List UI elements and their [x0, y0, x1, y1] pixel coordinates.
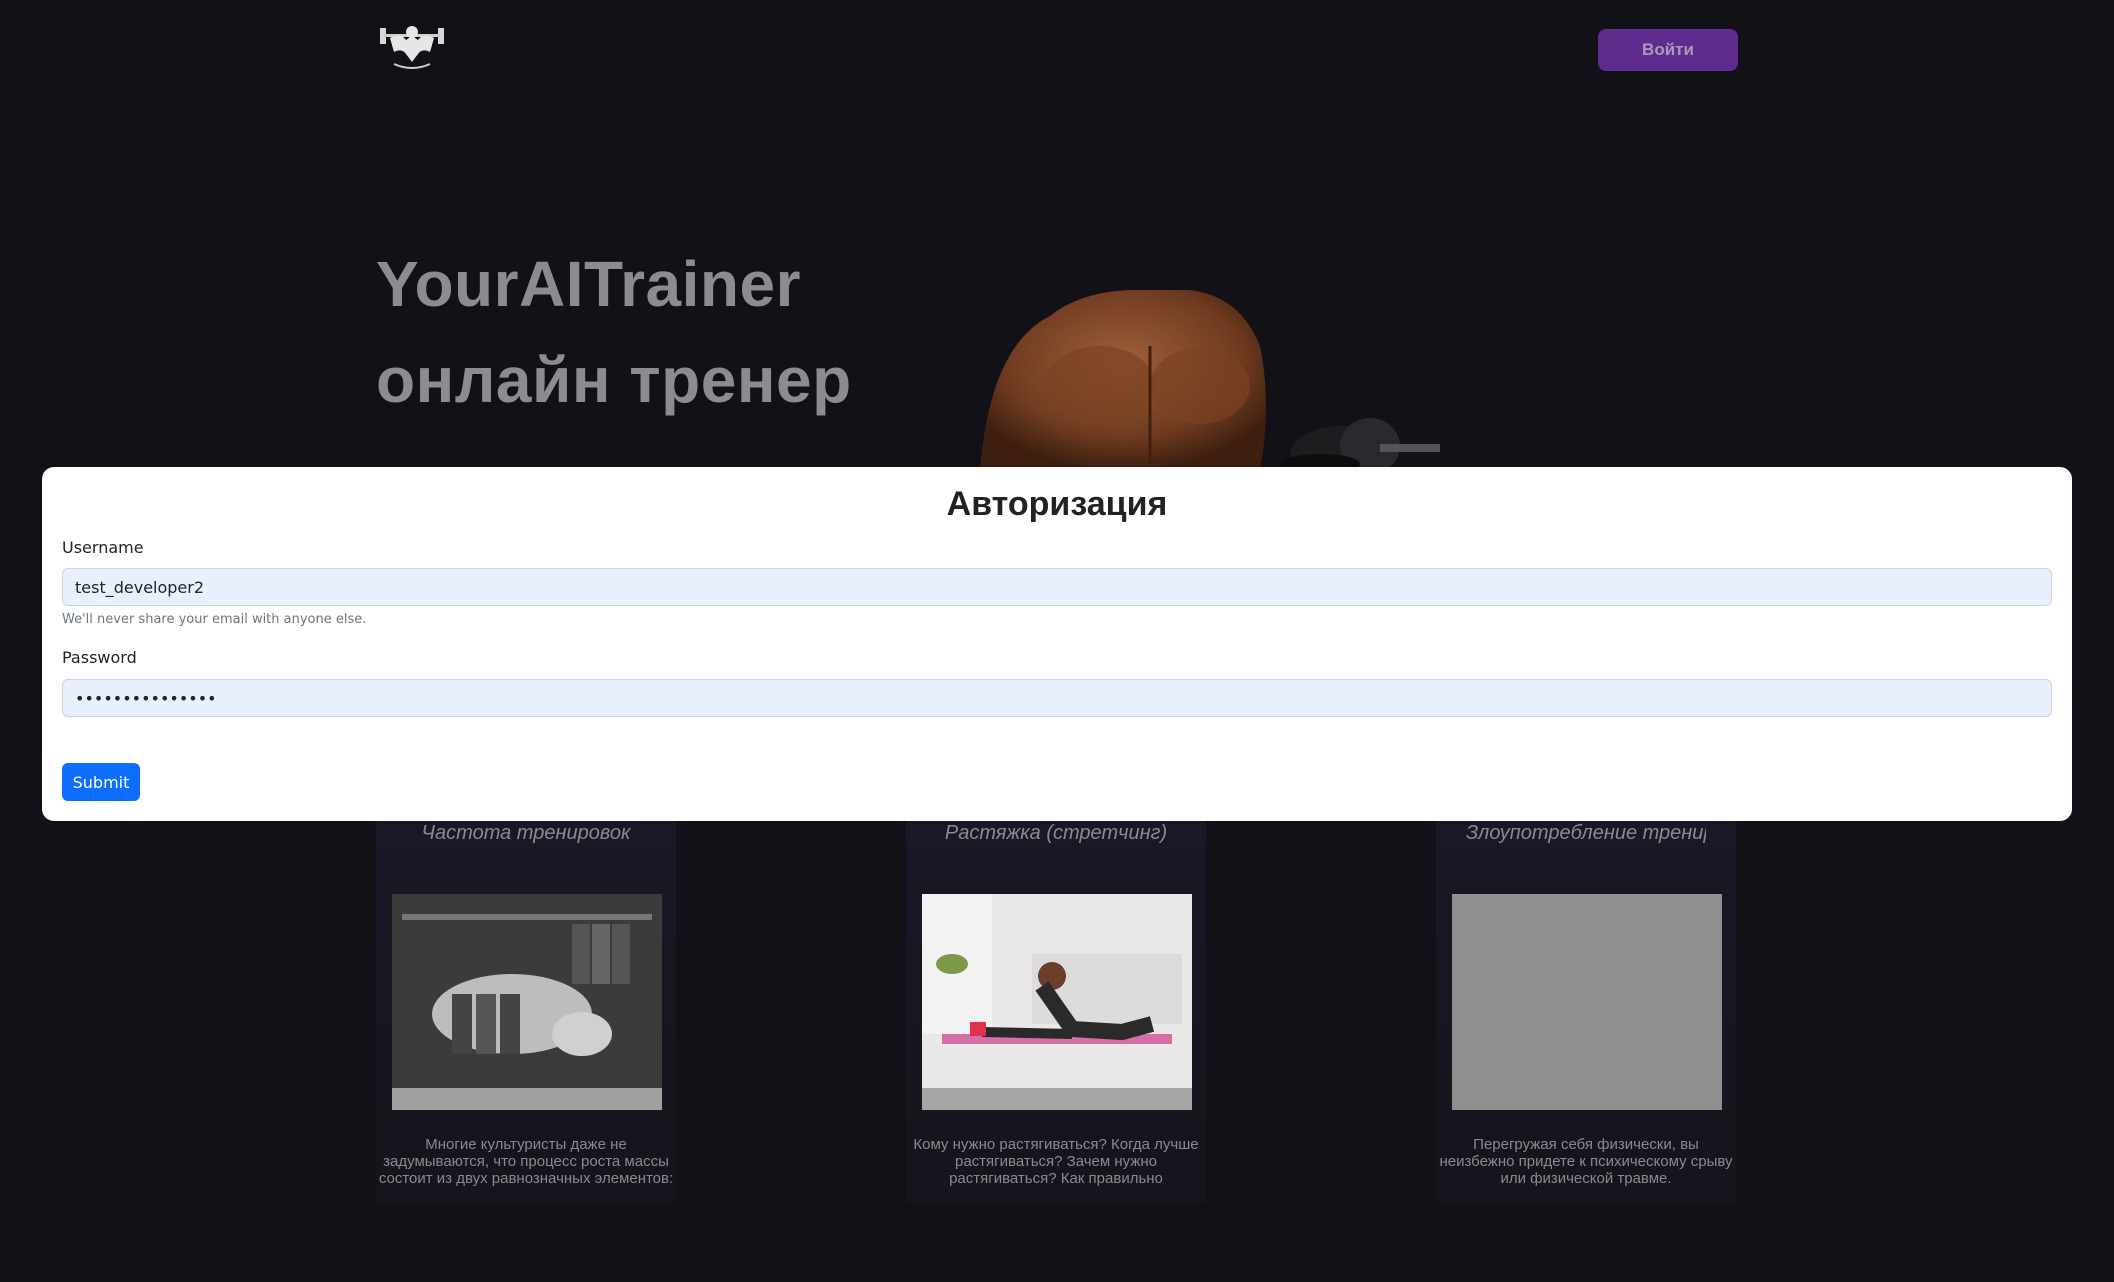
submit-button[interactable]: Submit [62, 763, 140, 801]
card-title: Частота тренировок [421, 822, 631, 844]
card-text: Кому нужно растягиваться? Когда лучше ра… [913, 1136, 1199, 1187]
bodybuilder-dumbbell-bench-photo [392, 894, 662, 1110]
username-input[interactable] [62, 568, 2052, 606]
muscular-man-dumbbell-image [960, 286, 1480, 470]
placeholder-gray-image [1452, 894, 1722, 1110]
username-label: Username [62, 538, 144, 557]
password-input[interactable] [62, 679, 2052, 717]
card-text: Перегружая себя физически, вы неизбежно … [1439, 1136, 1733, 1187]
card-title: Растяжка (стретчинг) [944, 822, 1168, 844]
woman-stretching-photo [922, 894, 1192, 1110]
hero-title-line1: YourAITrainer [376, 248, 801, 320]
hero-title: YourAITrainer онлайн тренер [376, 236, 852, 428]
login-button[interactable]: Войти [1598, 29, 1738, 71]
card-title: Злоупотребление тренировками [1466, 822, 1706, 844]
card-text: Многие культуристы даже не задумываются,… [378, 1136, 674, 1187]
authorization-modal: Авторизация Username We'll never share y… [42, 467, 2072, 821]
article-card[interactable]: Частота тренировок Многие культуристы да… [376, 820, 676, 1202]
email-help-text: We'll never share your email with anyone… [62, 612, 367, 627]
password-label: Password [62, 648, 137, 667]
hero-title-line2: онлайн тренер [376, 344, 852, 416]
modal-title: Авторизация [946, 485, 1168, 523]
article-card[interactable]: Растяжка (стретчинг) Кому нужно растягив… [906, 820, 1206, 1202]
bodybuilder-logo-icon[interactable] [376, 18, 448, 74]
article-card[interactable]: Злоупотребление тренировками Перегружая … [1436, 820, 1736, 1202]
articles-cards: Частота тренировок Многие культуристы да… [376, 820, 1738, 1202]
